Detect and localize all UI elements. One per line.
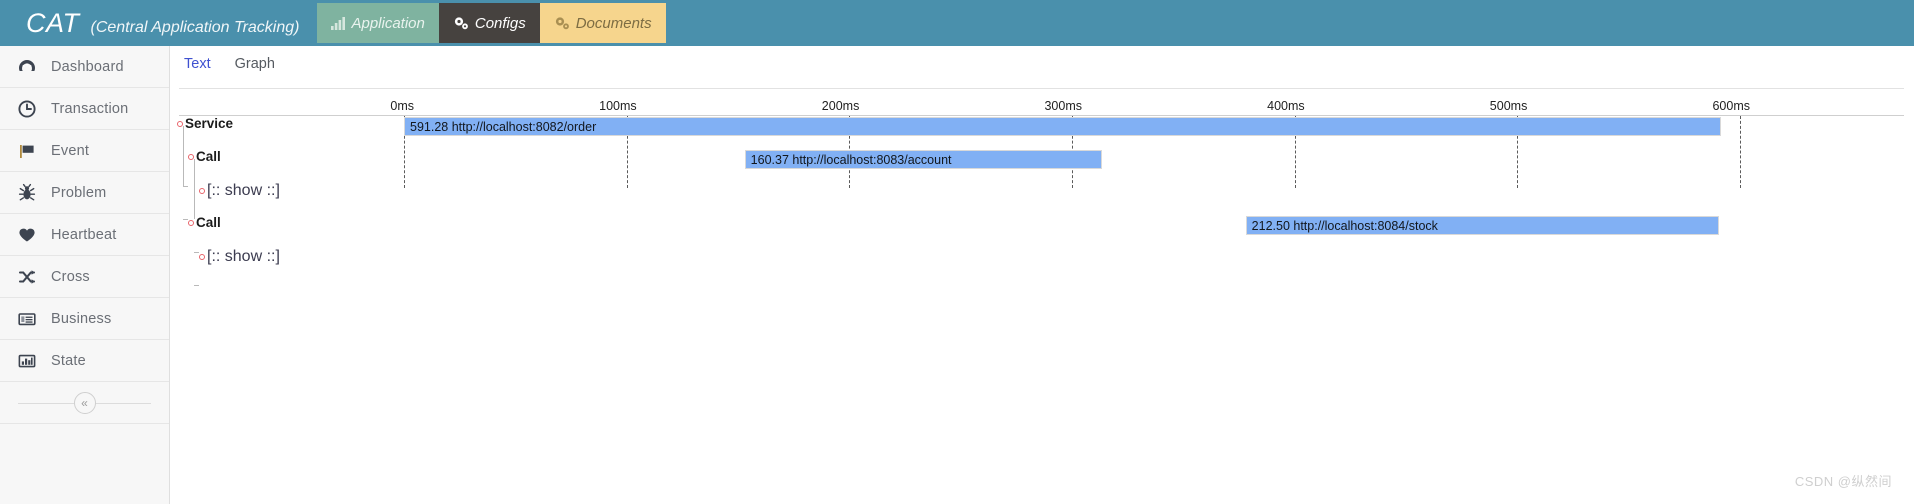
span-bar-label: 212.50 http://localhost:8084/stock [1251,218,1438,233]
tree-node-label: Call [196,149,221,164]
nav-tab-configs[interactable]: Configs [438,3,540,43]
brand: CAT (Central Application Tracking) [26,8,299,39]
nav-tab-documents[interactable]: Documents [539,3,666,43]
nav-tab-configs-label: Configs [474,14,526,32]
gridline [1740,116,1741,188]
tree-node[interactable]: [:: show ::] [199,182,280,200]
tree-node-dot-icon [199,188,205,194]
sidebar-item-dashboard[interactable]: Dashboard [0,46,169,88]
header-nav-tabs: Application Configs Documents [317,3,666,43]
sidebar: Dashboard Transaction Event Problem Hear… [0,46,170,504]
axis-tick-label: 200ms [821,99,860,113]
dashboard-icon [16,56,38,78]
collapse-sidebar-button[interactable]: « [73,391,96,414]
sidebar-item-cross[interactable]: Cross [0,256,169,298]
bug-icon [16,182,38,204]
axis-rule [179,115,1904,116]
heart-icon [16,224,38,246]
sidebar-item-problem[interactable]: Problem [0,172,169,214]
axis-tick-label: 500ms [1489,99,1528,113]
sidebar-collapse-row: « [0,382,169,424]
trace-tree: Service Call [:: show ::] Call [:: show ::] [177,116,392,286]
tree-connector [183,219,188,220]
tree-node-label: Call [196,215,221,230]
timeline-axis: 0ms 100ms 200ms 300ms 400ms 500ms 600ms [171,94,1914,116]
trace-timeline-chart: 0ms 100ms 200ms 300ms 400ms 500ms 600ms Servic… [171,94,1914,286]
app-header: CAT (Central Application Tracking) Appli… [0,0,1914,46]
span-bar[interactable]: 591.28 http://localhost:8082/order [404,117,1721,136]
tab-graph[interactable]: Graph [235,56,275,72]
bar-chart-icon [331,16,346,30]
tree-connector [194,192,195,208]
axis-tick-label: 0ms [390,99,414,113]
sidebar-item-heartbeat[interactable]: Heartbeat [0,214,169,256]
gears-icon [453,16,469,30]
tree-connector [183,126,184,186]
tree-node-label: Service [185,116,234,131]
tab-text[interactable]: Text [184,56,211,72]
tree-node-label: [:: show ::] [207,248,280,265]
tree-node-dot-icon [188,219,194,226]
brand-acronym: CAT [26,7,80,38]
tree-connector [183,159,184,175]
sidebar-item-label: Problem [51,184,107,201]
span-bar[interactable]: 212.50 http://localhost:8084/stock [1245,216,1719,235]
sidebar-item-label: Transaction [51,100,129,117]
sidebar-item-label: Heartbeat [51,226,117,243]
tree-connector [194,285,199,286]
tree-node-label: [:: show ::] [207,182,280,199]
brand-full-name: (Central Application Tracking) [90,18,300,36]
tree-connector [183,186,188,187]
axis-tick-label: 300ms [1044,99,1082,113]
span-bar-label: 591.28 http://localhost:8082/order [410,119,597,134]
divider [179,88,1904,89]
tree-connector [194,159,195,219]
view-mode-tabs: Text Graph [184,56,275,72]
sidebar-item-label: State [51,352,86,369]
tree-node[interactable]: Service [177,116,233,131]
tree-node-dot-icon [199,254,205,260]
axis-tick-label: 400ms [1267,99,1305,113]
span-bar-label: 160.37 http://localhost:8083/account [750,152,952,167]
main-content: Text Graph 0ms 100ms 200ms 300ms 400ms 500ms 6… [171,46,1914,504]
bar-chart-icon [16,350,38,372]
clock-icon [16,98,38,120]
nav-tab-application[interactable]: Application [317,3,439,43]
axis-tick-label: 100ms [599,99,637,113]
sidebar-item-state[interactable]: State [0,340,169,382]
watermark: CSDN @纵然间 [1794,474,1892,489]
sidebar-item-transaction[interactable]: Transaction [0,88,169,130]
tree-node[interactable]: Call [188,215,221,230]
tree-node[interactable]: Call [188,149,221,164]
sidebar-item-label: Cross [51,268,90,285]
gears-icon [554,16,570,30]
list-card-icon [16,308,38,330]
nav-tab-documents-label: Documents [575,14,652,32]
sidebar-item-event[interactable]: Event [0,130,169,172]
sidebar-item-label: Event [51,142,90,159]
flag-icon [16,140,38,162]
sidebar-item-label: Dashboard [51,58,124,75]
nav-tab-application-label: Application [351,14,425,32]
shuffle-icon [16,266,38,288]
span-bar[interactable]: 160.37 http://localhost:8083/account [744,150,1102,169]
axis-tick-label: 600ms [1712,99,1750,113]
tree-connector [194,252,199,253]
sidebar-item-business[interactable]: Business [0,298,169,340]
tree-node[interactable]: [:: show ::] [199,248,280,266]
sidebar-item-label: Business [51,310,112,327]
